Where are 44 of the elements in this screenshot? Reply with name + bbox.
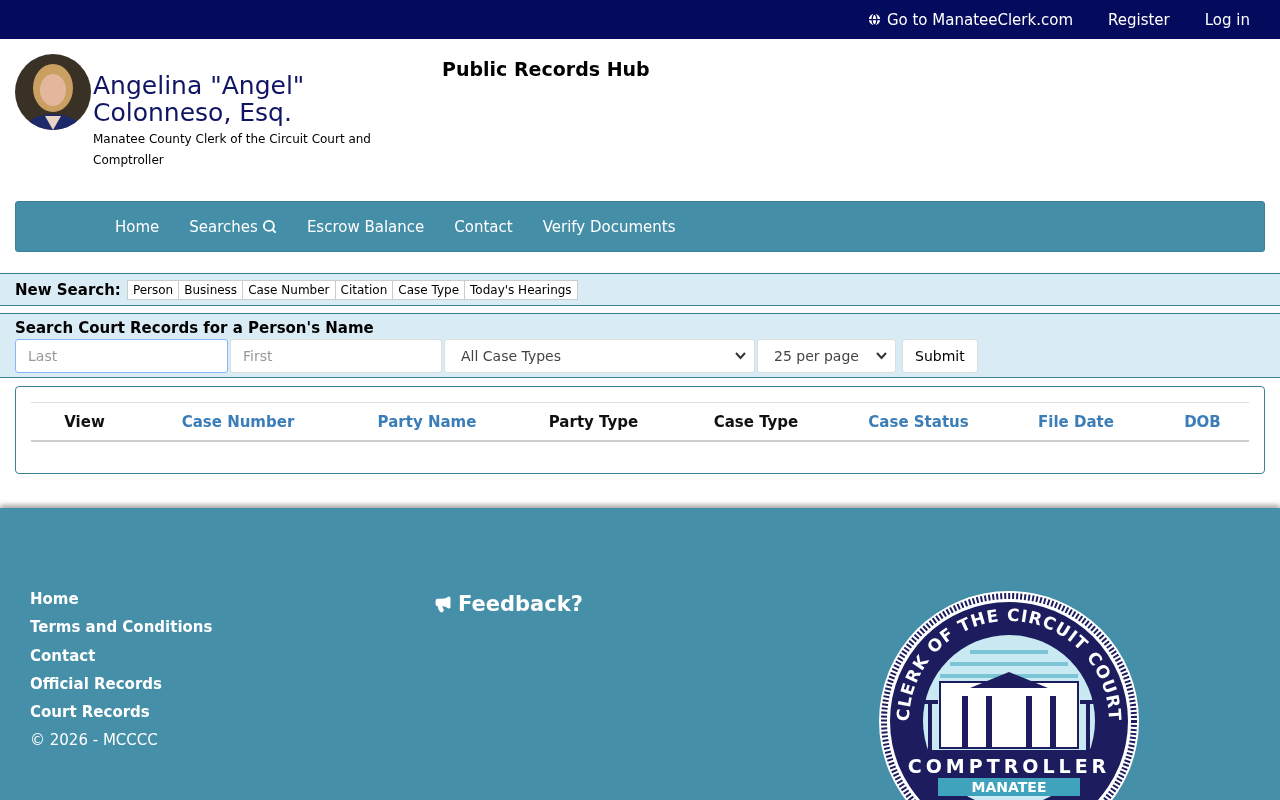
form-title: Search Court Records for a Person's Name bbox=[15, 318, 375, 337]
search-type-tab[interactable]: Today's Hearings bbox=[464, 280, 577, 299]
search-type-tab[interactable]: Person bbox=[127, 280, 179, 299]
top-link[interactable]: Register bbox=[1108, 10, 1170, 29]
column-header: Case Type bbox=[713, 412, 799, 431]
column-header: View bbox=[64, 412, 105, 431]
caret-icon bbox=[876, 352, 887, 360]
megaphone-icon bbox=[434, 595, 452, 613]
case-type-select[interactable]: All Case Types bbox=[444, 339, 755, 373]
column-header: Party Type bbox=[548, 412, 639, 431]
page-size-select[interactable]: 25 per page bbox=[757, 339, 896, 373]
column-header[interactable]: DOB bbox=[1184, 412, 1221, 431]
nav-link[interactable]: Home bbox=[100, 217, 175, 236]
footer-link[interactable]: Court Records bbox=[30, 698, 434, 727]
last-name-field[interactable]: Last bbox=[15, 339, 228, 373]
footer-link[interactable]: Official Records bbox=[30, 669, 434, 699]
first-name-field[interactable]: First bbox=[230, 339, 442, 373]
feedback-link[interactable]: Feedback? bbox=[434, 589, 583, 619]
top-link[interactable]: Log in bbox=[1204, 10, 1250, 29]
nav-link[interactable]: Contact bbox=[439, 217, 528, 236]
globe-icon bbox=[866, 12, 882, 27]
search-type-tab[interactable]: Case Number bbox=[242, 280, 335, 299]
nav-link[interactable]: Searches bbox=[174, 217, 292, 236]
column-header[interactable]: Case Status bbox=[868, 412, 969, 431]
column-header[interactable]: Case Number bbox=[181, 412, 295, 431]
search-type-tab[interactable]: Citation bbox=[334, 280, 393, 299]
footer-link[interactable]: Terms and Conditions bbox=[30, 613, 434, 642]
new-search-label: New Search: bbox=[15, 280, 121, 299]
official-name: Angelina "Angel" Colonneso, Esq. bbox=[93, 72, 306, 126]
top-link[interactable]: Go to ManateeClerk.com bbox=[866, 10, 1073, 29]
column-header[interactable]: Party Name bbox=[377, 412, 477, 431]
nav-link[interactable]: Verify Documents bbox=[527, 217, 691, 236]
nav-link[interactable]: Escrow Balance bbox=[291, 217, 440, 236]
search-type-tab[interactable]: Business bbox=[178, 280, 243, 299]
caret-icon bbox=[735, 352, 746, 360]
search-type-tab[interactable]: Case Type bbox=[392, 280, 465, 299]
column-header[interactable]: File Date bbox=[1038, 412, 1114, 431]
official-title: Manatee County Clerk of the Circuit Court and Comptroller bbox=[93, 131, 372, 169]
footer-link[interactable]: Contact bbox=[30, 641, 434, 670]
page-title: Public Records Hub bbox=[442, 58, 650, 82]
footer-link[interactable]: Home bbox=[30, 585, 434, 614]
submit-button[interactable]: Submit bbox=[902, 339, 978, 373]
search-icon bbox=[261, 219, 277, 234]
copyright: © 2026 - MCCCC bbox=[30, 730, 159, 752]
